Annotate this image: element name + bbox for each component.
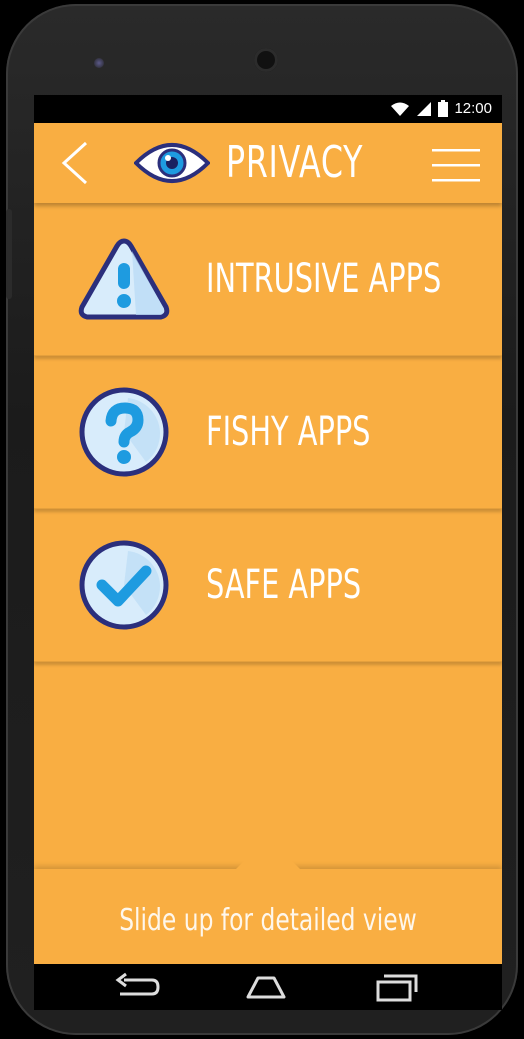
recent-apps-icon[interactable]: [372, 970, 420, 1004]
back-icon[interactable]: [112, 970, 160, 1004]
slide-up-handle-icon[interactable]: [234, 843, 302, 871]
app-screen: 12:00 PRIVACY INTRUSIVE APPS FISHY APPS …: [34, 95, 502, 1007]
list-item-intrusive-apps[interactable]: INTRUSIVE APPS: [34, 203, 502, 356]
category-label: SAFE APPS: [206, 562, 362, 608]
slide-up-hint: Slide up for detailed view: [119, 903, 417, 938]
android-nav-bar: [34, 964, 502, 1010]
eye-icon: [134, 143, 210, 183]
list-item-fishy-apps[interactable]: FISHY APPS: [34, 356, 502, 509]
page-title: PRIVACY: [226, 137, 364, 188]
wifi-icon: [391, 102, 410, 116]
home-icon[interactable]: [242, 970, 290, 1004]
question-icon: [79, 387, 169, 477]
front-camera: [94, 58, 104, 68]
signal-icon: [417, 101, 432, 116]
list-item-safe-apps[interactable]: SAFE APPS: [34, 509, 502, 662]
category-label: FISHY APPS: [206, 409, 371, 455]
earpiece-speaker: [254, 48, 278, 72]
battery-icon: [438, 100, 449, 117]
category-label: INTRUSIVE APPS: [206, 256, 442, 302]
status-bar: 12:00: [34, 95, 502, 123]
back-arrow-icon[interactable]: [56, 141, 96, 185]
category-list: INTRUSIVE APPS FISHY APPS SAFE APPS: [34, 203, 502, 662]
warning-icon: [78, 238, 170, 320]
side-button: [6, 209, 12, 299]
check-icon: [79, 540, 169, 630]
status-time: 12:00: [454, 100, 492, 117]
hamburger-menu-icon[interactable]: [432, 145, 480, 185]
app-bar: PRIVACY: [34, 123, 502, 203]
